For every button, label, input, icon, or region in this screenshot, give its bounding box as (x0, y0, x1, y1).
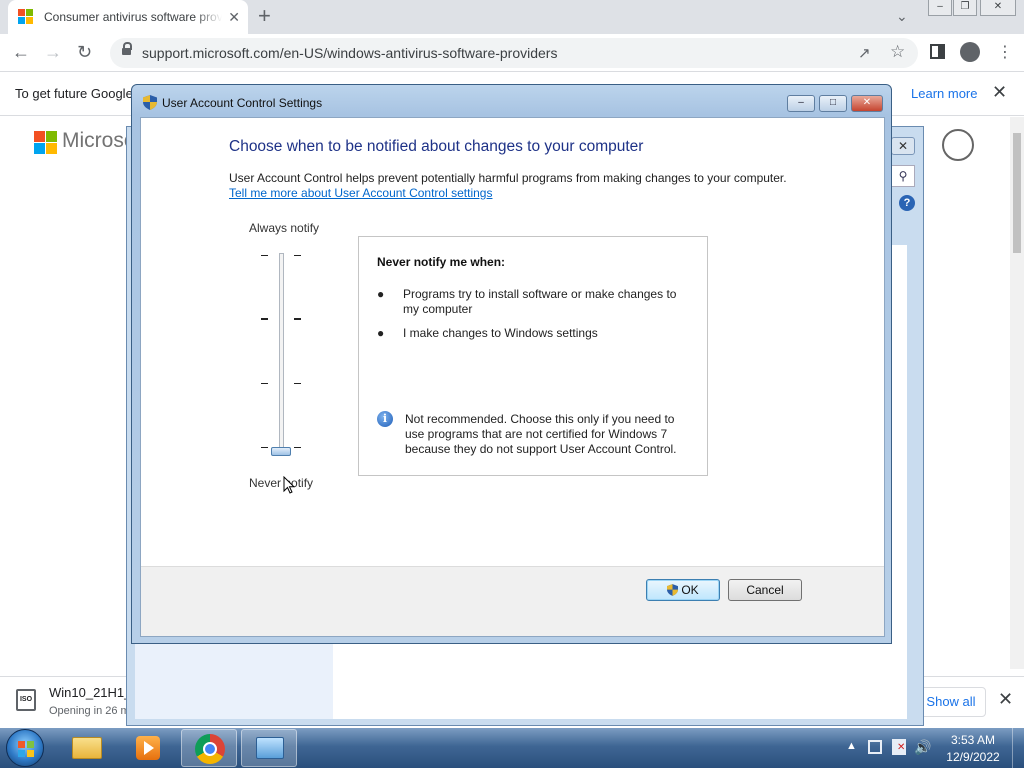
notify-slider-thumb[interactable] (271, 447, 291, 456)
taskbar-media-player[interactable] (119, 729, 175, 767)
profile-avatar-icon[interactable] (960, 42, 980, 62)
iso-file-icon[interactable]: ISO (16, 689, 36, 711)
window-close-button[interactable]: ✕ (980, 0, 1016, 16)
uac-learn-more-link[interactable]: Tell me more about User Account Control … (229, 186, 492, 200)
mouse-cursor-icon (283, 476, 295, 494)
network-icon[interactable] (868, 740, 882, 754)
control-panel-close-icon[interactable]: ✕ (891, 137, 915, 155)
taskbar-control-panel[interactable] (241, 729, 297, 767)
info-icon: i (377, 411, 393, 427)
slider-tick (261, 255, 268, 256)
media-player-icon (136, 736, 160, 760)
account-icon[interactable] (942, 129, 974, 161)
bullet-icon: ● (377, 287, 385, 301)
window-restore-button[interactable]: ❐ (953, 0, 977, 16)
uac-button-bar: OK Cancel (141, 567, 884, 636)
start-button[interactable] (6, 729, 44, 767)
microsoft-logo-icon[interactable] (34, 131, 57, 154)
new-tab-button[interactable]: + (258, 5, 271, 27)
show-all-button[interactable]: Show all (916, 687, 986, 717)
bullet-icon: ● (377, 326, 385, 340)
chrome-menu-icon[interactable]: ⋮ (997, 42, 1013, 62)
uac-shield-icon (143, 95, 157, 110)
window-minimize-button[interactable]: – (928, 0, 952, 16)
page-scrollbar[interactable] (1010, 117, 1024, 669)
taskbar-chrome[interactable] (181, 729, 237, 767)
lock-icon[interactable] (122, 42, 132, 57)
share-icon[interactable]: ↗ (858, 44, 871, 62)
windows-taskbar: ▲ 🔊 3:53 AM 12/9/2022 (0, 728, 1024, 768)
windows-flag-icon (18, 741, 34, 757)
uac-titlebar[interactable]: User Account Control Settings – □ ✕ (132, 85, 891, 119)
slider-tick (294, 318, 301, 320)
show-hidden-icons-icon[interactable]: ▲ (846, 740, 857, 752)
url-text[interactable]: support.microsoft.com/en-US/windows-anti… (142, 45, 557, 61)
bookmark-star-icon[interactable]: ☆ (890, 42, 905, 62)
slider-tick (294, 383, 301, 384)
scrollbar-thumb[interactable] (1013, 133, 1021, 253)
uac-minimize-button[interactable]: – (787, 95, 815, 112)
microsoft-favicon-icon (18, 9, 34, 25)
tab-search-chevron-icon[interactable]: ⌄ (896, 8, 908, 25)
side-panel-icon[interactable] (930, 44, 945, 59)
taskbar-explorer[interactable] (58, 729, 114, 767)
list-item: ● Programs try to install software or ma… (377, 287, 683, 317)
folder-icon (72, 737, 102, 759)
bullet-text: I make changes to Windows settings (403, 326, 598, 340)
clock-time[interactable]: 3:53 AM (940, 733, 1006, 747)
uac-shield-icon (667, 584, 679, 596)
help-icon[interactable]: ? (899, 195, 915, 211)
back-arrow-icon[interactable]: ← (12, 42, 30, 62)
uac-window-title: User Account Control Settings (162, 96, 323, 110)
browser-toolbar: ← → ↻ support.microsoft.com/en-US/window… (0, 34, 1024, 72)
tab-close-icon[interactable]: ✕ (228, 9, 240, 26)
slider-top-label: Always notify (249, 221, 320, 235)
cancel-button[interactable]: Cancel (728, 579, 802, 601)
uac-maximize-button[interactable]: □ (819, 95, 847, 112)
download-bar-close-icon[interactable]: ✕ (998, 689, 1013, 710)
slider-tick (261, 318, 268, 320)
address-bar[interactable]: support.microsoft.com/en-US/windows-anti… (110, 38, 918, 68)
uac-content: Choose when to be notified about changes… (140, 117, 885, 637)
volume-icon[interactable]: 🔊 (914, 739, 931, 756)
ok-button[interactable]: OK (646, 579, 720, 601)
clock-date[interactable]: 12/9/2022 (940, 750, 1006, 764)
slider-tick (261, 447, 268, 448)
control-panel-search-icon[interactable]: ⚲ (891, 165, 915, 187)
level-title: Never notify me when: (377, 255, 506, 269)
warning-note: Not recommended. Choose this only if you… (405, 412, 677, 456)
control-panel-icon (256, 737, 284, 759)
show-desktop-button[interactable] (1012, 728, 1024, 768)
slider-bottom-label: Never notify (249, 476, 314, 490)
learn-more-link[interactable]: Learn more (911, 86, 977, 101)
uac-dialog: User Account Control Settings – □ ✕ Choo… (131, 84, 892, 644)
chrome-icon (195, 734, 225, 764)
tab-title: Consumer antivirus software providers fo… (44, 10, 223, 24)
browser-tab[interactable]: Consumer antivirus software providers fo… (8, 0, 248, 34)
uac-heading: Choose when to be notified about changes… (229, 138, 644, 155)
bullet-text: Programs try to install software or make… (403, 287, 677, 316)
slider-tick (261, 383, 268, 384)
tab-strip: Consumer antivirus software providers fo… (0, 0, 1024, 34)
slider-tick (294, 447, 301, 448)
forward-arrow-icon[interactable]: → (44, 42, 62, 62)
ok-button-label: OK (681, 583, 699, 597)
slider-tick (294, 255, 301, 256)
notify-slider-track[interactable] (279, 253, 284, 453)
action-center-flag-icon[interactable] (892, 739, 906, 755)
infobar-close-icon[interactable]: ✕ (992, 82, 1007, 103)
list-item: ● I make changes to Windows settings (377, 326, 683, 341)
reload-icon[interactable]: ↻ (77, 42, 92, 62)
uac-close-button[interactable]: ✕ (851, 95, 883, 112)
uac-description: User Account Control helps prevent poten… (229, 171, 787, 185)
level-description-box: Never notify me when: ● Programs try to … (358, 236, 708, 476)
